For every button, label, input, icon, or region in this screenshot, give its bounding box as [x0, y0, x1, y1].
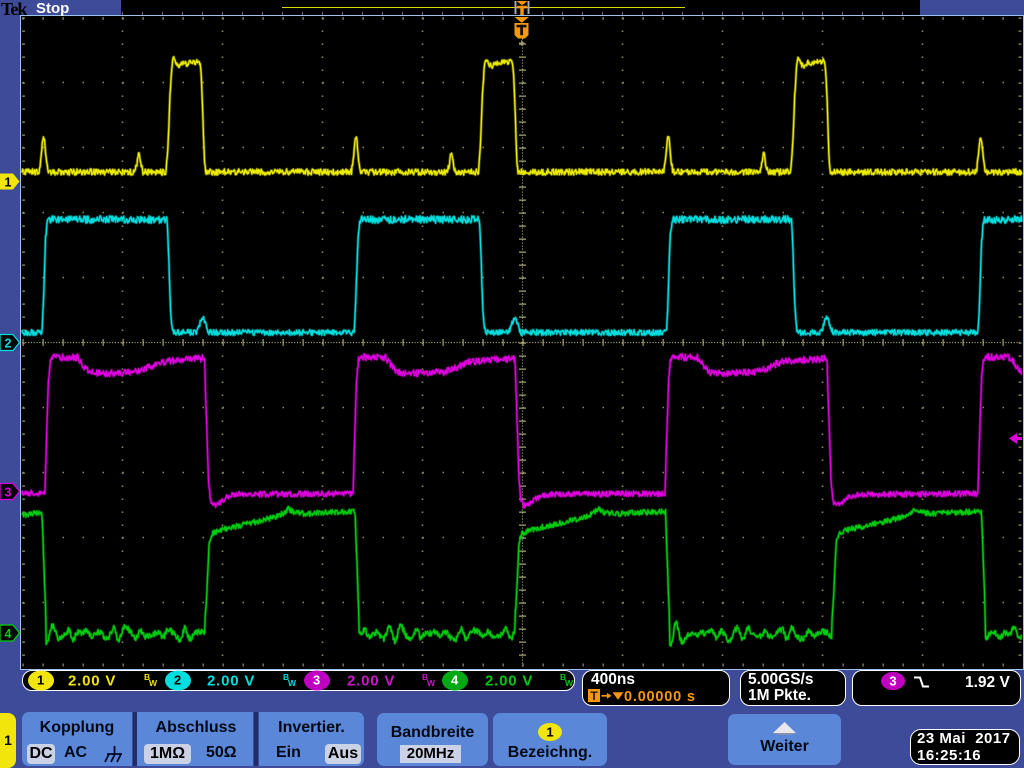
svg-text:3: 3: [889, 674, 896, 689]
svg-text:0.00000 s: 0.00000 s: [624, 689, 696, 705]
svg-text:2.00 V: 2.00 V: [207, 673, 255, 690]
svg-text:W: W: [565, 678, 574, 688]
svg-text:T: T: [590, 689, 598, 703]
svg-text:1: 1: [5, 175, 12, 189]
svg-text:1: 1: [546, 725, 553, 740]
svg-text:1.92 V: 1.92 V: [965, 674, 1010, 691]
svg-text:1: 1: [37, 673, 45, 688]
svg-text:2: 2: [174, 673, 182, 688]
svg-text:3: 3: [313, 673, 321, 688]
svg-text:W: W: [427, 678, 436, 688]
svg-text:3: 3: [5, 485, 12, 499]
svg-text:W: W: [288, 678, 297, 688]
svg-text:2.00 V: 2.00 V: [485, 673, 533, 690]
svg-text:2: 2: [5, 336, 12, 350]
svg-text:2.00 V: 2.00 V: [68, 673, 116, 690]
svg-text:2.00 V: 2.00 V: [347, 673, 395, 690]
svg-text:4: 4: [5, 627, 12, 641]
svg-text:W: W: [149, 678, 158, 688]
svg-text:4: 4: [451, 673, 459, 688]
